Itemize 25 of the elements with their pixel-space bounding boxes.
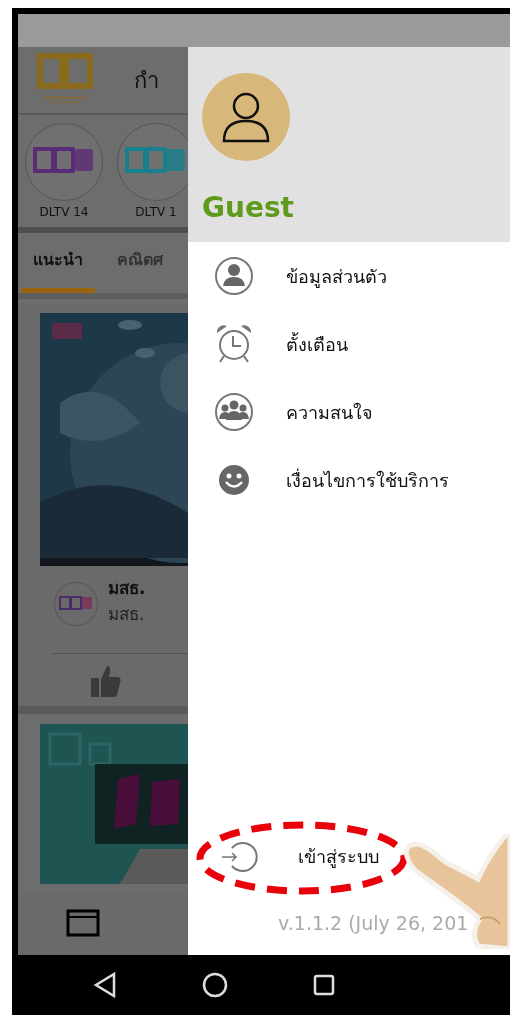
channel-logo-icon (59, 596, 93, 612)
alarm-clock-icon (214, 323, 254, 365)
user-icon (221, 91, 271, 143)
login-button[interactable]: เข้าสู่ระบบ (188, 816, 379, 897)
version-text: v.1.1.2 (July 26, 201 (277, 910, 470, 936)
home-icon[interactable] (202, 972, 228, 998)
group-icon (214, 392, 254, 432)
channel-label: DLTV 14 (39, 204, 89, 221)
channel-label: DLTV 1 (135, 204, 177, 221)
menu-item[interactable]: ความสนใจ (188, 378, 510, 446)
thumbs-up-icon[interactable] (90, 664, 122, 698)
category-tab[interactable]: แนะนำ (21, 245, 95, 293)
window-icon[interactable] (66, 908, 100, 937)
login-icon (220, 839, 258, 874)
person-icon (214, 256, 254, 296)
post-title: มสธ. (108, 577, 146, 600)
smiley-icon (218, 464, 250, 496)
app-title: กำ (134, 66, 159, 95)
user-name: Guest (202, 190, 294, 226)
menu-item[interactable]: ข้อมูลส่วนตัว (188, 242, 510, 310)
post-subtitle: มสธ. (108, 602, 146, 626)
menu-item[interactable]: เงื่อนไขการใช้บริการ (188, 446, 510, 514)
menu-item[interactable]: ตั้งเตือน (188, 310, 510, 378)
recent-apps-icon[interactable] (313, 974, 335, 996)
back-icon[interactable] (93, 972, 117, 998)
